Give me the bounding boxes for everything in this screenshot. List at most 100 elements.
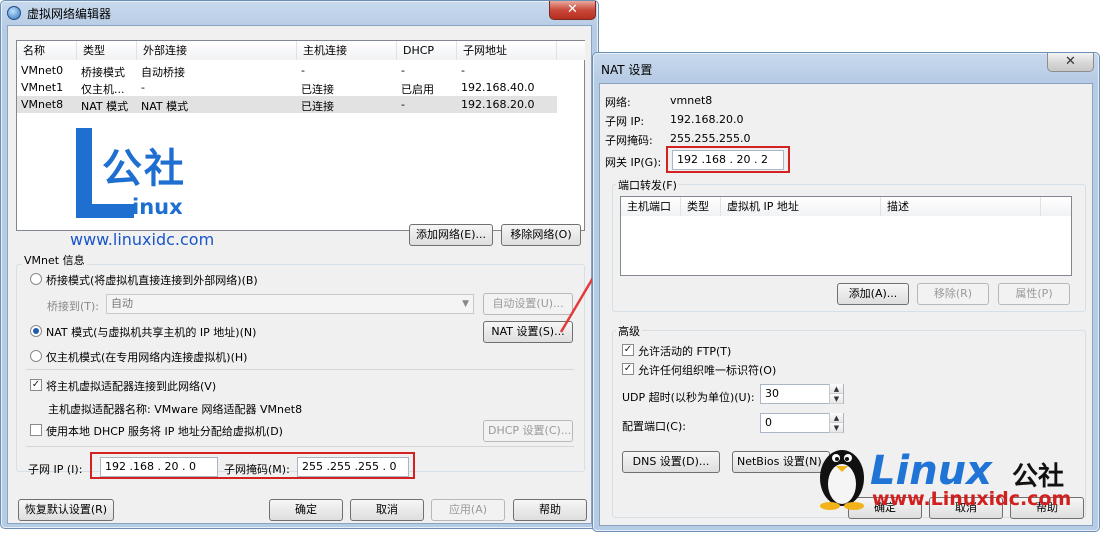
nat-subnet-ip-value: 192.168.20.0 xyxy=(670,113,744,126)
host-only-label[interactable]: 仅主机模式(在专用网络内连接虚拟机)(H) xyxy=(46,349,247,365)
cell-subnet: - xyxy=(461,64,465,77)
config-port-field[interactable]: 0 ▲ ▼ xyxy=(760,413,844,433)
col-header-dhcp[interactable]: DHCP xyxy=(397,41,457,60)
nat-window-title: NAT 设置 xyxy=(601,63,653,77)
bridge-to-select[interactable]: 自动 ▼ xyxy=(106,294,474,314)
nat-subnet-ip-label: 子网 IP: xyxy=(605,115,645,128)
pf-header-type[interactable]: 类型 xyxy=(681,197,721,216)
cell-subnet: 192.168.40.0 xyxy=(461,81,535,94)
table-row[interactable]: VMnet0 桥接模式 自动桥接 - - - xyxy=(17,62,557,79)
cell-type: 仅主机... xyxy=(81,83,125,96)
help-button[interactable]: 帮助 xyxy=(513,499,587,521)
col-header-filler xyxy=(557,41,585,60)
table-row-selected[interactable]: VMnet8 NAT 模式 NAT 模式 已连接 - 192.168.20.0 xyxy=(17,96,557,113)
col-header-name[interactable]: 名称 xyxy=(17,41,77,60)
cell-host: - xyxy=(301,64,305,77)
logo-l-bar-horizontal xyxy=(76,204,134,218)
col-header-external[interactable]: 外部连接 xyxy=(137,41,297,60)
dhcp-settings-button[interactable]: DHCP 设置(C)... xyxy=(483,420,573,442)
close-button[interactable]: ✕ xyxy=(549,1,596,20)
allow-ftp-checkbox[interactable]: ✓ xyxy=(622,344,634,356)
apply-button[interactable]: 应用(A) xyxy=(431,499,505,521)
cell-host: 已连接 xyxy=(301,83,334,96)
cell-name: VMnet0 xyxy=(21,64,64,77)
bridge-to-value: 自动 xyxy=(111,297,133,310)
subnet-highlight-box xyxy=(90,452,415,479)
pf-header-description[interactable]: 描述 xyxy=(881,197,1041,216)
restore-defaults-button[interactable]: 恢复默认设置(R) xyxy=(18,499,114,521)
network-value: vmnet8 xyxy=(670,94,713,107)
cell-external: 自动桥接 xyxy=(141,66,185,79)
pf-header-filler xyxy=(1041,197,1071,216)
cancel-button[interactable]: 取消 xyxy=(350,499,424,521)
app-icon xyxy=(7,6,21,20)
use-dhcp-label[interactable]: 使用本地 DHCP 服务将 IP 地址分配给虚拟机(D) xyxy=(46,423,283,439)
nat-mode-label[interactable]: NAT 模式(与虚拟机共享主机的 IP 地址)(N) xyxy=(46,324,256,340)
config-port-value: 0 xyxy=(765,416,772,429)
ok-button[interactable]: 确定 xyxy=(269,499,343,521)
cell-dhcp: - xyxy=(401,64,405,77)
nat-subnet-mask-value: 255.255.255.0 xyxy=(670,132,751,145)
config-port-spinner[interactable]: ▲ ▼ xyxy=(829,413,843,433)
udp-timeout-value: 30 xyxy=(765,387,779,400)
cell-subnet: 192.168.20.0 xyxy=(461,98,535,111)
pf-header-host-port[interactable]: 主机端口 xyxy=(621,197,681,216)
subnet-ip-label: 子网 IP (I): xyxy=(28,463,83,476)
advanced-label: 高级 xyxy=(616,323,642,339)
connect-adapter-checkbox[interactable]: ✓ xyxy=(30,379,42,391)
port-forwarding-label: 端口转发(F) xyxy=(616,177,679,193)
site-watermark-right: www.Linuxidc.com xyxy=(872,488,1072,510)
spin-down-icon[interactable]: ▼ xyxy=(830,394,843,404)
dns-settings-button[interactable]: DNS 设置(D)... xyxy=(622,451,720,473)
virtual-network-editor-window: 虚拟网络编辑器 ✕ 名称 类型 外部连接 主机连接 DHCP 子网地址 VMne… xyxy=(0,0,599,529)
col-header-type[interactable]: 类型 xyxy=(77,41,137,60)
cell-external: - xyxy=(141,81,145,94)
vmnet-info-label: VMnet 信息 xyxy=(22,252,87,268)
gateway-highlight-box xyxy=(666,146,790,173)
connect-adapter-label[interactable]: 将主机虚拟适配器连接到此网络(V) xyxy=(46,378,216,394)
bridge-mode-label[interactable]: 桥接模式(将虚拟机直接连接到外部网络)(B) xyxy=(46,272,258,288)
add-network-button[interactable]: 添加网络(E)... xyxy=(409,224,493,246)
use-dhcp-checkbox[interactable] xyxy=(30,424,42,436)
network-label: 网络: xyxy=(605,96,631,109)
divider xyxy=(26,446,574,447)
udp-timeout-label: UDP 超时(以秒为单位)(U): xyxy=(622,391,755,404)
pf-properties-button[interactable]: 属性(P) xyxy=(998,283,1070,305)
site-watermark-left: www.linuxidc.com xyxy=(70,230,215,249)
allow-oui-label[interactable]: 允许任何组织唯一标识符(O) xyxy=(638,362,776,378)
bridge-mode-radio[interactable] xyxy=(30,273,42,285)
allow-oui-checkbox[interactable]: ✓ xyxy=(622,363,634,375)
pf-add-button[interactable]: 添加(A)... xyxy=(837,283,909,305)
config-port-label: 配置端口(C): xyxy=(622,420,686,433)
adapter-name-text: 主机虚拟适配器名称: VMware 网络适配器 VMnet8 xyxy=(48,403,303,416)
cell-dhcp: - xyxy=(401,98,405,111)
logo-sub: inux xyxy=(132,195,183,219)
port-forwarding-list[interactable]: 主机端口 类型 虚拟机 IP 地址 描述 xyxy=(620,196,1072,276)
chevron-down-icon: ▼ xyxy=(462,299,469,309)
udp-timeout-field[interactable]: 30 ▲ ▼ xyxy=(760,384,844,404)
col-header-host-connection[interactable]: 主机连接 xyxy=(297,41,397,60)
nat-close-button[interactable]: ✕ xyxy=(1047,53,1094,72)
gateway-label: 网关 IP(G): xyxy=(605,156,662,169)
spin-up-icon[interactable]: ▲ xyxy=(830,384,843,394)
host-only-radio[interactable] xyxy=(30,350,42,362)
spin-up-icon[interactable]: ▲ xyxy=(830,413,843,423)
table-row[interactable]: VMnet1 仅主机... - 已连接 已启用 192.168.40.0 xyxy=(17,79,557,96)
editor-client-area: 名称 类型 外部连接 主机连接 DHCP 子网地址 VMnet0 桥接模式 自动… xyxy=(7,25,592,524)
nat-mode-radio[interactable] xyxy=(30,325,42,337)
cell-external: NAT 模式 xyxy=(141,100,189,113)
cell-type: 桥接模式 xyxy=(81,66,125,79)
allow-ftp-label[interactable]: 允许活动的 FTP(T) xyxy=(638,343,731,359)
spin-down-icon[interactable]: ▼ xyxy=(830,423,843,433)
pf-remove-button[interactable]: 移除(R) xyxy=(917,283,989,305)
udp-timeout-spinner[interactable]: ▲ ▼ xyxy=(829,384,843,404)
divider xyxy=(26,369,574,370)
cell-dhcp: 已启用 xyxy=(401,83,434,96)
pf-header-vm-ip[interactable]: 虚拟机 IP 地址 xyxy=(721,197,881,216)
cell-name: VMnet1 xyxy=(21,81,64,94)
cell-host: 已连接 xyxy=(301,100,334,113)
cell-name: VMnet8 xyxy=(21,98,64,111)
linux-gongshe-logo: 公社 inux xyxy=(72,128,212,226)
cell-type: NAT 模式 xyxy=(81,100,129,113)
col-header-subnet[interactable]: 子网地址 xyxy=(457,41,557,60)
